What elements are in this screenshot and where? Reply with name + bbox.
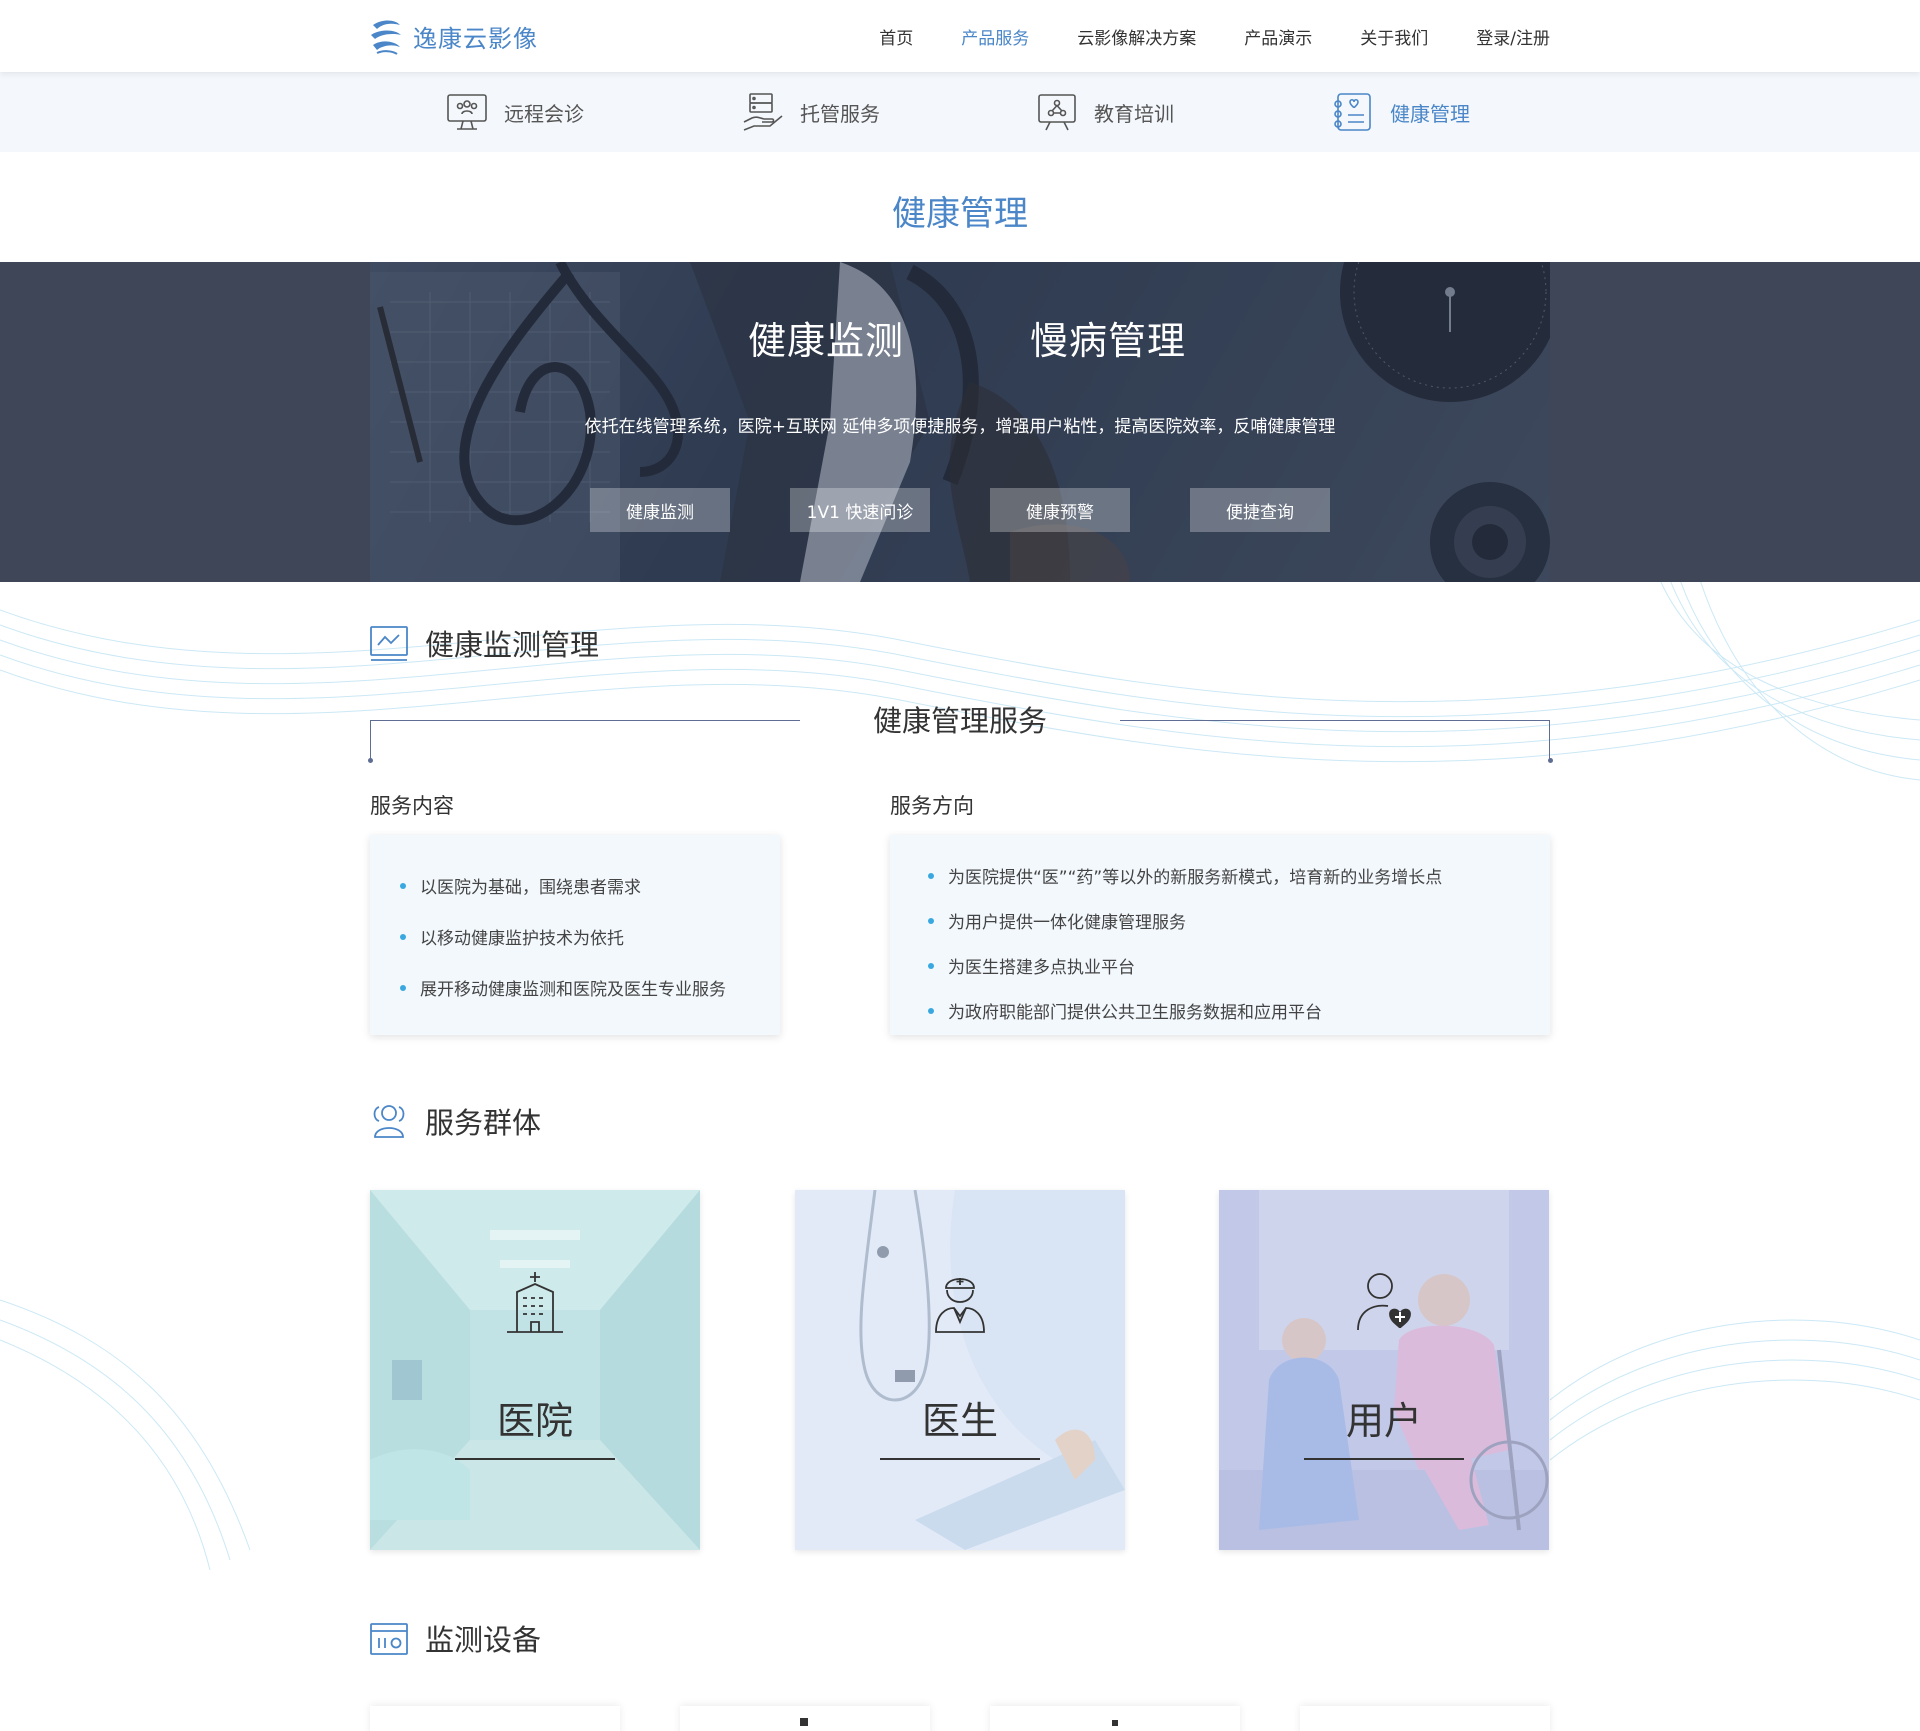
monitor-chart-icon [370,626,408,661]
service-direction-card: 为医院提供“医”“药”等以外的新服务新模式，培育新的业务增长点 为用户提供一体化… [890,835,1550,1035]
group-card-user[interactable]: 用户 [1219,1190,1549,1550]
subnav-item-education[interactable]: 教育培训 [1036,90,1174,134]
divider-line-left [370,720,800,760]
health-list-icon [1334,93,1371,131]
section-title: 服务群体 [425,1106,542,1140]
nurse-patient-image [1219,1190,1549,1550]
logo[interactable]: 逸康云影像 [369,16,538,56]
device-card[interactable] [990,1706,1240,1731]
device-card[interactable] [370,1706,620,1731]
nav-demo[interactable]: 产品演示 [1244,24,1312,49]
doctor-icon [935,1278,985,1333]
user-group-icon [373,1105,405,1138]
device-card[interactable] [680,1706,930,1731]
banner-button-warning[interactable]: 健康预警 [990,488,1130,532]
service-content-card: 以医院为基础，围绕患者需求 以移动健康监护技术为依托 展开移动健康监测和医院及医… [370,835,780,1035]
list-item: 为用户提供一体化健康管理服务 [928,908,1550,933]
list-item: 为政府职能部门提供公共卫生服务数据和应用平台 [928,998,1550,1023]
nav-products[interactable]: 产品服务 [961,24,1029,49]
group-underline [880,1458,1040,1460]
banner-button-query[interactable]: 便捷查询 [1190,488,1330,532]
background-wave-lines [0,580,1920,1571]
subnav-label: 教育培训 [1094,101,1174,126]
page-title: 健康管理 [892,194,1028,234]
group-card-doctor[interactable]: 医生 [795,1190,1125,1550]
logo-text: 逸康云影像 [413,24,538,53]
subnav-item-remote-consult[interactable]: 远程会诊 [446,90,584,134]
service-direction-title: 服务方向 [890,794,974,818]
service-content-title: 服务内容 [370,794,454,818]
subnav-item-health[interactable]: 健康管理 [1332,90,1470,134]
subnav-item-hosting[interactable]: 托管服务 [742,90,880,134]
group-label: 医生 [921,1399,998,1443]
hero-banner: 健康监测 慢病管理 依托在线管理系统，医院+互联网 延伸多项便捷服务，增强用户粘… [370,262,1550,582]
hospital-corridor-image [370,1190,700,1550]
list-item: 展开移动健康监测和医院及医生专业服务 [400,975,780,1000]
group-underline [1304,1458,1464,1460]
group-card-hospital[interactable]: 医院 [370,1190,700,1550]
hospital-building-icon [507,1272,563,1333]
divider-dot-left [368,758,373,763]
server-hand-icon [743,93,783,131]
doctor-stethoscope-image [795,1190,1125,1550]
service-title: 健康管理服务 [872,704,1047,738]
banner-button-quick-consult[interactable]: 1V1 快速问诊 [790,488,930,532]
top-header: 逸康云影像 首页 产品服务 云影像解决方案 产品演示 关于我们 登录/注册 [0,0,1920,72]
section-title: 监测设备 [425,1623,542,1657]
logo-icon [371,20,401,55]
divider-line-right [1120,720,1550,760]
group-underline [455,1458,615,1460]
user-heart-icon [1357,1273,1411,1331]
section-heading-monitoring: 健康监测管理 [369,622,599,664]
device-meter-icon [370,1623,408,1655]
monitor-group-icon [447,94,487,130]
subnav-label: 托管服务 [800,101,880,126]
nav-about[interactable]: 关于我们 [1360,24,1428,49]
device-thumbnail [800,1718,808,1726]
subnav-label: 远程会诊 [504,101,584,126]
banner-button-monitoring[interactable]: 健康监测 [590,488,730,532]
section-heading-devices: 监测设备 [369,1617,541,1659]
list-item: 以移动健康监护技术为依托 [400,924,780,949]
list-item: 为医生搭建多点执业平台 [928,953,1550,978]
section-heading-groups: 服务群体 [369,1100,541,1142]
banner-heading-monitoring: 健康监测 [748,319,905,363]
group-label: 医院 [496,1399,573,1443]
banner-heading-chronic: 慢病管理 [1030,319,1187,363]
subnav-label: 健康管理 [1390,101,1470,126]
presentation-icon [1038,94,1076,131]
list-item: 为医院提供“医”“药”等以外的新服务新模式，培育新的业务增长点 [928,863,1550,888]
nav-solutions[interactable]: 云影像解决方案 [1077,24,1196,49]
product-subnav: 远程会诊 托管服务 教育培训 健康管理 [0,72,1920,152]
main-nav: 首页 产品服务 云影像解决方案 产品演示 关于我们 登录/注册 [831,0,1550,72]
nav-login[interactable]: 登录/注册 [1476,24,1550,49]
banner-description: 依托在线管理系统，医院+互联网 延伸多项便捷服务，增强用户粘性，提高医院效率，反… [584,417,1336,437]
device-thumbnail [1112,1720,1118,1726]
list-item: 以医院为基础，围绕患者需求 [400,873,780,898]
section-title: 健康监测管理 [425,628,600,662]
device-card[interactable] [1300,1706,1550,1731]
divider-dot-right [1548,758,1553,763]
group-label: 用户 [1345,1399,1422,1443]
nav-home[interactable]: 首页 [879,24,913,49]
